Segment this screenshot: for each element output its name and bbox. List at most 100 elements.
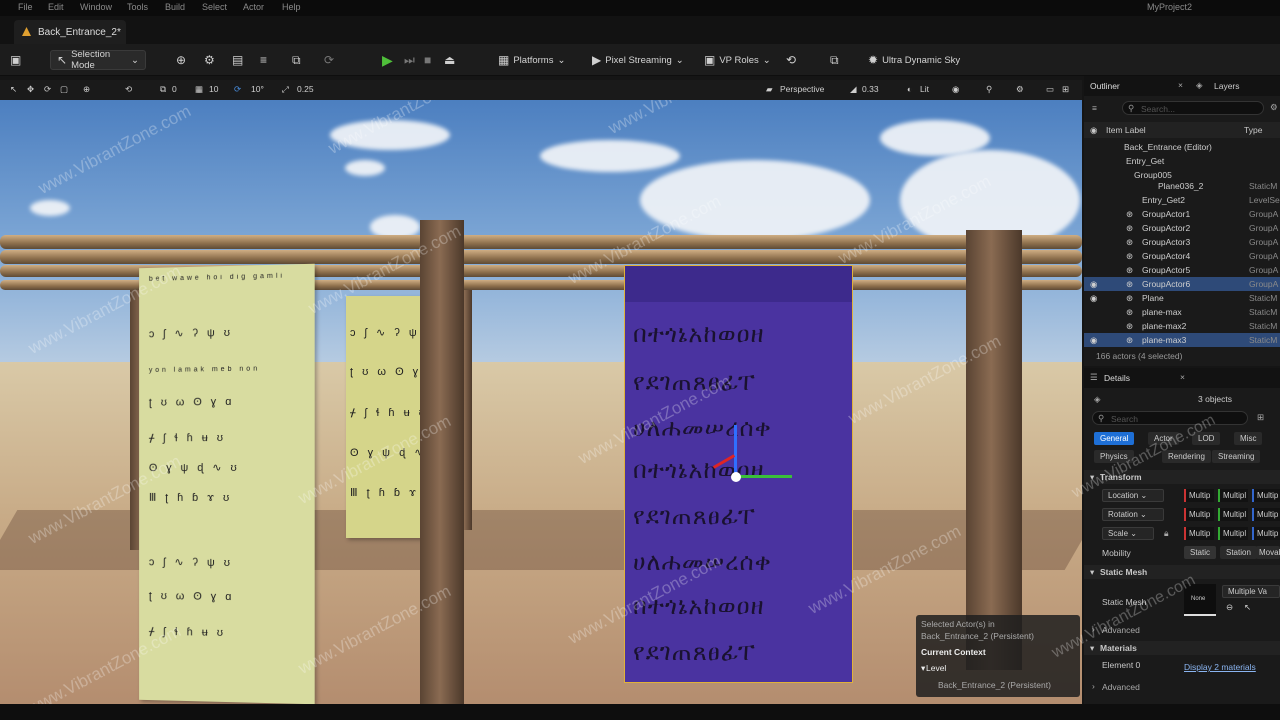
level-viewport[interactable]: bet wawe hoi dig gamli ɔ ʃ ∿ ʔ ψ ʊ yon l… (0, 100, 1082, 704)
tree-row[interactable]: Entry_Get2 LevelSe (1084, 193, 1280, 207)
rotate-snap-icon[interactable]: ⟳ (234, 84, 241, 95)
mobility-stationary[interactable]: Station (1220, 546, 1257, 559)
outliner-tab[interactable]: Outliner (1090, 81, 1120, 91)
details-title[interactable]: Details (1104, 373, 1130, 383)
filter-physics[interactable]: Physics (1094, 450, 1134, 463)
tree-row[interactable]: ⊛ GroupActor1 GroupA (1084, 207, 1280, 221)
location-y[interactable]: Multipl (1218, 489, 1248, 502)
tree-row-selected[interactable]: ◉ ⊛ GroupActor6 GroupA (1084, 277, 1280, 291)
ultra-dynamic-sky-button[interactable]: ✹ Ultra Dynamic Sky (862, 50, 966, 70)
level-dropdown[interactable]: Back_Entrance_2 (Persistent) (938, 680, 1051, 690)
tree-row[interactable]: ⊛ GroupActor4 GroupA (1084, 249, 1280, 263)
menu-window[interactable]: Window (80, 2, 112, 12)
world-local-icon[interactable]: ⊕ (83, 84, 90, 95)
lock-icon[interactable]: 🔒︎ (1164, 528, 1169, 539)
details-search[interactable]: ⚲ Search (1092, 411, 1248, 425)
gizmo-center[interactable] (731, 472, 741, 482)
column-type[interactable]: Type (1244, 125, 1262, 135)
scale-snap-icon[interactable]: ⤢ (282, 84, 289, 95)
gizmo-z-axis[interactable] (734, 425, 737, 477)
select-tool-icon[interactable]: ↖ (10, 84, 17, 95)
filter-streaming[interactable]: Streaming (1212, 450, 1261, 463)
selection-mode-dropdown[interactable]: ↖ Selection Mode ⌄ (50, 49, 146, 71)
platforms-button[interactable]: ▦ Platforms ⌄ (492, 50, 571, 70)
location-dropdown[interactable]: Location ⌄ (1102, 489, 1164, 502)
add-actor-icon[interactable]: ⊕ (170, 50, 192, 70)
close-icon[interactable]: × (1178, 80, 1183, 90)
rotate-tool-icon[interactable]: ⟳ (44, 84, 51, 95)
advanced-toggle[interactable]: Advanced (1102, 682, 1140, 692)
save-icon[interactable]: ▣ (4, 50, 27, 70)
eye-icon[interactable]: ◉ (1090, 293, 1097, 304)
level-tab[interactable]: Back_Entrance_2* (14, 20, 126, 44)
menu-edit[interactable]: Edit (48, 2, 64, 12)
eye-icon[interactable]: ◉ (1090, 279, 1097, 290)
vp-roles-button[interactable]: ▣ VP Roles ⌄ (698, 50, 777, 70)
filter-lod[interactable]: LOD (1192, 432, 1221, 445)
expand-icon[interactable]: › (1092, 624, 1095, 634)
menu-build[interactable]: Build (165, 2, 185, 12)
location-x[interactable]: Multip (1184, 489, 1214, 502)
rotation-y[interactable]: Multipl (1218, 508, 1248, 521)
tree-row[interactable]: Entry_Get (1084, 154, 1280, 168)
use-selected-icon[interactable]: ↖ (1244, 602, 1251, 613)
grid-snap-icon[interactable]: ⧉ (160, 84, 166, 95)
close-icon[interactable]: × (1180, 372, 1185, 382)
rotation-dropdown[interactable]: Rotation ⌄ (1102, 508, 1164, 521)
translate-snap-value[interactable]: 10 (209, 84, 218, 94)
tree-row[interactable]: Back_Entrance (Editor) (1084, 140, 1280, 154)
gizmo-x-axis[interactable] (736, 475, 792, 478)
scale-tool-icon[interactable]: ▢ (60, 84, 68, 95)
menu-help[interactable]: Help (282, 2, 301, 12)
scale-z[interactable]: Multip (1252, 527, 1280, 540)
alphabet-banner[interactable]: bet wawe hoi dig gamli ɔ ʃ ∿ ʔ ψ ʊ yon l… (139, 263, 315, 704)
perspective-dropdown[interactable]: Perspective (780, 84, 824, 94)
tree-row[interactable]: ⊛ GroupActor5 GroupA (1084, 263, 1280, 277)
scale-y[interactable]: Multipl (1218, 527, 1248, 540)
filter-rendering[interactable]: Rendering (1162, 450, 1211, 463)
tree-row[interactable]: ⊛ GroupActor2 GroupA (1084, 221, 1280, 235)
play-button[interactable]: ▶ (376, 50, 399, 70)
scale-x[interactable]: Multip (1184, 527, 1214, 540)
static-mesh-header[interactable]: ▾ Static Mesh (1084, 565, 1280, 579)
maximize-icon[interactable]: ⊞ (1062, 84, 1069, 95)
settings-icon[interactable]: ⚙ (1016, 84, 1024, 95)
settings-icon[interactable]: ⚙ (1270, 102, 1278, 113)
marketplace-icon[interactable]: ⟳ (318, 50, 340, 70)
transform-header[interactable]: ▾ Transform (1084, 470, 1280, 484)
alphabet-banner-back[interactable]: ɔ ʃ ∿ ʔ ψ ʊ ʈ ʊ ω ʘ ɣ ɑ ᚋ ʃ ɬ ɦ ʉ ʊ ʘ ɣ … (346, 296, 426, 538)
mesh-thumbnail[interactable]: None (1184, 584, 1216, 616)
grid-snap-value[interactable]: 0 (172, 84, 177, 94)
source-control-icon[interactable]: ⟲ (780, 50, 802, 70)
menu-tools[interactable]: Tools (127, 2, 148, 12)
stop-button[interactable]: ■ (418, 50, 437, 70)
translate-snap-icon[interactable]: ▦ (195, 84, 203, 95)
menu-actor[interactable]: Actor (243, 2, 264, 12)
lit-dropdown[interactable]: Lit (920, 84, 929, 94)
materials-header[interactable]: ▾ Materials (1084, 641, 1280, 655)
tree-row-selected[interactable]: ◉ ⊛ plane-max3 StaticM (1084, 333, 1280, 347)
scale-dropdown[interactable]: Scale ⌄ (1102, 527, 1154, 540)
display-materials-link[interactable]: Display 2 materials (1184, 662, 1256, 672)
advanced-toggle[interactable]: Advanced (1102, 625, 1140, 635)
modes-icon[interactable]: ≡ (254, 50, 273, 70)
static-mesh-dropdown[interactable]: Multiple Va (1222, 585, 1280, 598)
grid-view-icon[interactable]: ⊞ (1257, 412, 1264, 423)
filter-icon[interactable]: ≡ (1092, 103, 1097, 113)
menu-select[interactable]: Select (202, 2, 227, 12)
sequencer-icon[interactable]: ⧉ (824, 50, 845, 70)
menu-file[interactable]: File (18, 2, 33, 12)
browse-icon[interactable]: ⊖ (1226, 602, 1233, 613)
pixel-streaming-button[interactable]: ▶ Pixel Streaming ⌄ (586, 50, 690, 70)
show-icon[interactable]: ◉ (952, 84, 959, 95)
expand-icon[interactable]: › (1092, 681, 1095, 691)
mobility-static[interactable]: Static (1184, 546, 1217, 559)
camera-speed-value[interactable]: 0.33 (862, 84, 879, 94)
tree-row[interactable]: ⊛ plane-max StaticM (1084, 305, 1280, 319)
eye-icon[interactable]: ◉ (1090, 335, 1097, 346)
cinematics-icon[interactable]: ▤ (226, 50, 249, 70)
surface-snap-icon[interactable]: ⟲ (125, 84, 132, 95)
mobility-movable[interactable]: Movab (1256, 546, 1280, 559)
tree-row[interactable]: ⊛ plane-max2 StaticM (1084, 319, 1280, 333)
tree-row[interactable]: Plane036_2 StaticM (1084, 179, 1280, 193)
